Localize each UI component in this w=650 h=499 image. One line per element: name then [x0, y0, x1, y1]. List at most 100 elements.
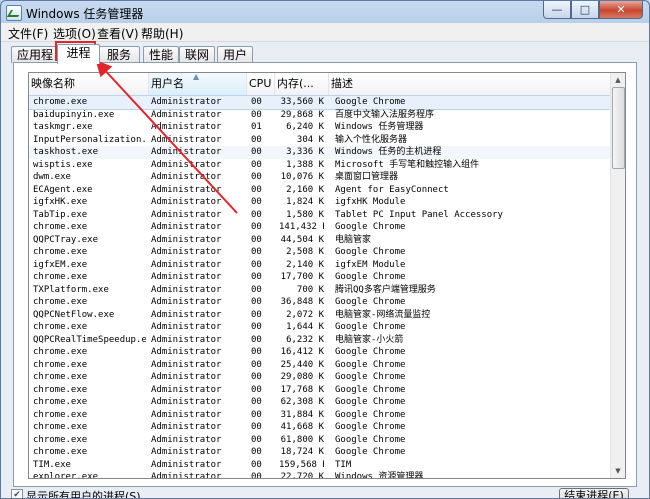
process-row[interactable]: explorer.exe Administrator 00 22,720 K Windo…	[29, 471, 611, 479]
process-row[interactable]: InputPersonalization... Administrator 00 30…	[29, 134, 611, 147]
column-image-name[interactable]: 映像名称	[29, 73, 149, 95]
tab-applications[interactable]: 应用程序	[11, 46, 59, 78]
process-row[interactable]: chrome.exe Administrator 00 17,700 K Google …	[29, 271, 611, 284]
process-row[interactable]: chrome.exe Administrator 00 62,308 K Google …	[29, 396, 611, 409]
tab-users[interactable]: 用户	[217, 46, 253, 63]
process-image-name: TXPlatform.exe	[33, 284, 109, 295]
process-description: 桌面窗口管理器	[335, 172, 399, 182]
process-memory: 141,432 K	[279, 222, 324, 232]
end-process-button[interactable]: 结束进程(E)	[559, 488, 629, 498]
process-cpu: 01	[251, 122, 262, 132]
process-memory: 62,308 K	[280, 397, 324, 407]
minimize-button[interactable]: —	[543, 1, 571, 19]
vertical-scrollbar[interactable]: ▲ ▼	[610, 73, 625, 478]
tab-services[interactable]: 服务	[98, 46, 140, 63]
process-row[interactable]: chrome.exe Administrator 00 41,668 K Google …	[29, 421, 611, 434]
column-description[interactable]: 描述	[329, 73, 611, 95]
tab-processes[interactable]: 进程	[57, 44, 100, 64]
process-row[interactable]: taskmgr.exe Administrator 01 6,240 K Windows…	[29, 121, 611, 134]
process-cpu: 00	[251, 159, 262, 170]
process-row[interactable]: dwm.exe Administrator 00 10,076 K 桌面窗口管理器	[29, 171, 611, 184]
process-rows: chrome.exe Administrator 00 33,560 K Google …	[29, 95, 612, 479]
process-cpu: 00	[251, 259, 262, 270]
process-row[interactable]: TIM.exe Administrator 00 159,568 K TIM	[29, 459, 611, 472]
process-image-name: chrome.exe	[33, 372, 88, 382]
process-row[interactable]: QQPCRealTimeSpeedup.exe Administrator 00 6,…	[29, 334, 611, 347]
process-user-name: Administrator	[151, 184, 222, 195]
process-image-name: dwm.exe	[33, 172, 71, 182]
process-row[interactable]: chrome.exe Administrator 00 29,080 K Google …	[29, 371, 611, 384]
process-image-name: chrome.exe	[33, 222, 88, 232]
process-memory: 29,868 K	[280, 109, 324, 120]
process-row[interactable]: chrome.exe Administrator 00 17,768 K Google …	[29, 384, 611, 397]
process-image-name: baidupinyin.exe	[33, 109, 115, 120]
process-row[interactable]: igfxEM.exe Administrator 00 2,140 K igfxEM M…	[29, 259, 611, 272]
process-cpu: 00	[251, 372, 262, 382]
tab-networking[interactable]: 联网	[179, 46, 215, 63]
process-row[interactable]: chrome.exe Administrator 00 61,800 K Google …	[29, 434, 611, 447]
process-description: 腾讯QQ多客户端管理服务	[335, 284, 436, 295]
maximize-button[interactable]: □	[571, 1, 599, 19]
process-image-name: taskmgr.exe	[33, 122, 93, 132]
bottom-bar: ✔ 显示所有用户的进程(S) 结束进程(E)	[11, 488, 641, 498]
column-user-name[interactable]: ▲ 用户名	[149, 73, 247, 95]
menu-options[interactable]: 选项(O)	[53, 25, 96, 42]
process-description: Google Chrome	[335, 372, 406, 382]
process-row[interactable]: chrome.exe Administrator 00 33,560 K Google …	[29, 95, 612, 110]
process-row[interactable]: QQPCNetFlow.exe Administrator 00 2,072 K 电脑管…	[29, 309, 611, 322]
menu-view[interactable]: 查看(V)	[97, 25, 139, 42]
close-button[interactable]: ✕	[599, 1, 643, 19]
column-memory[interactable]: 内存(...	[275, 73, 329, 95]
process-row[interactable]: chrome.exe Administrator 00 2,508 K Google C…	[29, 246, 611, 259]
process-row[interactable]: chrome.exe Administrator 00 36,848 K Google …	[29, 296, 611, 309]
process-description: Windows 任务的主机进程	[335, 147, 442, 157]
process-row[interactable]: chrome.exe Administrator 00 18,724 K Google …	[29, 446, 611, 459]
process-row[interactable]: TXPlatform.exe Administrator 00 700 K 腾讯QQ多客…	[29, 284, 611, 297]
process-memory: 1,388 K	[286, 159, 324, 170]
process-user-name: Administrator	[151, 122, 222, 132]
show-all-users-checkbox[interactable]: ✔	[11, 489, 23, 498]
process-row[interactable]: chrome.exe Administrator 00 25,440 K Google …	[29, 359, 611, 372]
process-row[interactable]: taskhost.exe Administrator 00 3,336 K Window…	[29, 146, 611, 159]
process-cpu: 00	[251, 409, 262, 420]
processes-panel: 映像名称 ▲ 用户名 CPU 内存(... 描述 chrome.exe Admin…	[13, 62, 637, 487]
scroll-down-icon[interactable]: ▼	[611, 464, 625, 478]
menu-file[interactable]: 文件(F)	[8, 25, 48, 42]
process-row[interactable]: wisptis.exe Administrator 00 1,388 K Microso…	[29, 159, 611, 172]
tab-performance[interactable]: 性能	[143, 46, 179, 63]
process-user-name: Administrator	[151, 397, 222, 407]
process-memory: 61,800 K	[280, 434, 324, 445]
process-row[interactable]: ECAgent.exe Administrator 00 2,160 K Agent f…	[29, 184, 611, 197]
process-image-name: TabTip.exe	[33, 209, 88, 220]
scroll-thumb[interactable]	[612, 87, 625, 169]
process-memory: 31,884 K	[280, 409, 324, 420]
process-row[interactable]: TabTip.exe Administrator 00 1,580 K Tablet P…	[29, 209, 611, 222]
process-cpu: 00	[251, 234, 262, 245]
process-description: Google Chrome	[335, 322, 406, 332]
process-image-name: igfxEM.exe	[33, 259, 88, 270]
column-cpu[interactable]: CPU	[247, 73, 275, 95]
process-row[interactable]: QQPCTray.exe Administrator 00 44,504 K 电脑管家	[29, 234, 611, 247]
process-row[interactable]: baidupinyin.exe Administrator 00 29,868 K 百度…	[29, 109, 611, 122]
process-row[interactable]: chrome.exe Administrator 00 1,644 K Google C…	[29, 321, 611, 334]
process-image-name: chrome.exe	[33, 447, 88, 457]
process-memory: 41,668 K	[280, 422, 324, 432]
process-row[interactable]: chrome.exe Administrator 00 141,432 K Google…	[29, 221, 611, 234]
process-row[interactable]: igfxHK.exe Administrator 00 1,824 K igfxHK M…	[29, 196, 611, 209]
process-cpu: 00	[251, 209, 262, 220]
process-row[interactable]: chrome.exe Administrator 00 16,412 K Google …	[29, 346, 611, 359]
process-user-name: Administrator	[151, 259, 222, 270]
scroll-up-icon[interactable]: ▲	[611, 73, 625, 87]
menu-help[interactable]: 帮助(H)	[141, 25, 183, 42]
process-user-name: Administrator	[151, 97, 222, 107]
process-description: Tablet PC Input Panel Accessory	[335, 209, 503, 220]
process-cpu: 00	[251, 422, 262, 432]
process-memory: 17,700 K	[280, 272, 324, 282]
process-memory: 10,076 K	[280, 172, 324, 182]
process-cpu: 00	[251, 472, 262, 479]
process-user-name: Administrator	[151, 347, 222, 357]
process-row[interactable]: chrome.exe Administrator 00 31,884 K Google …	[29, 409, 611, 422]
title-bar[interactable]: Windows 任务管理器 — □ ✕	[1, 1, 649, 23]
process-cpu: 00	[251, 297, 262, 307]
process-list[interactable]: 映像名称 ▲ 用户名 CPU 内存(... 描述 chrome.exe Admin…	[28, 72, 626, 479]
